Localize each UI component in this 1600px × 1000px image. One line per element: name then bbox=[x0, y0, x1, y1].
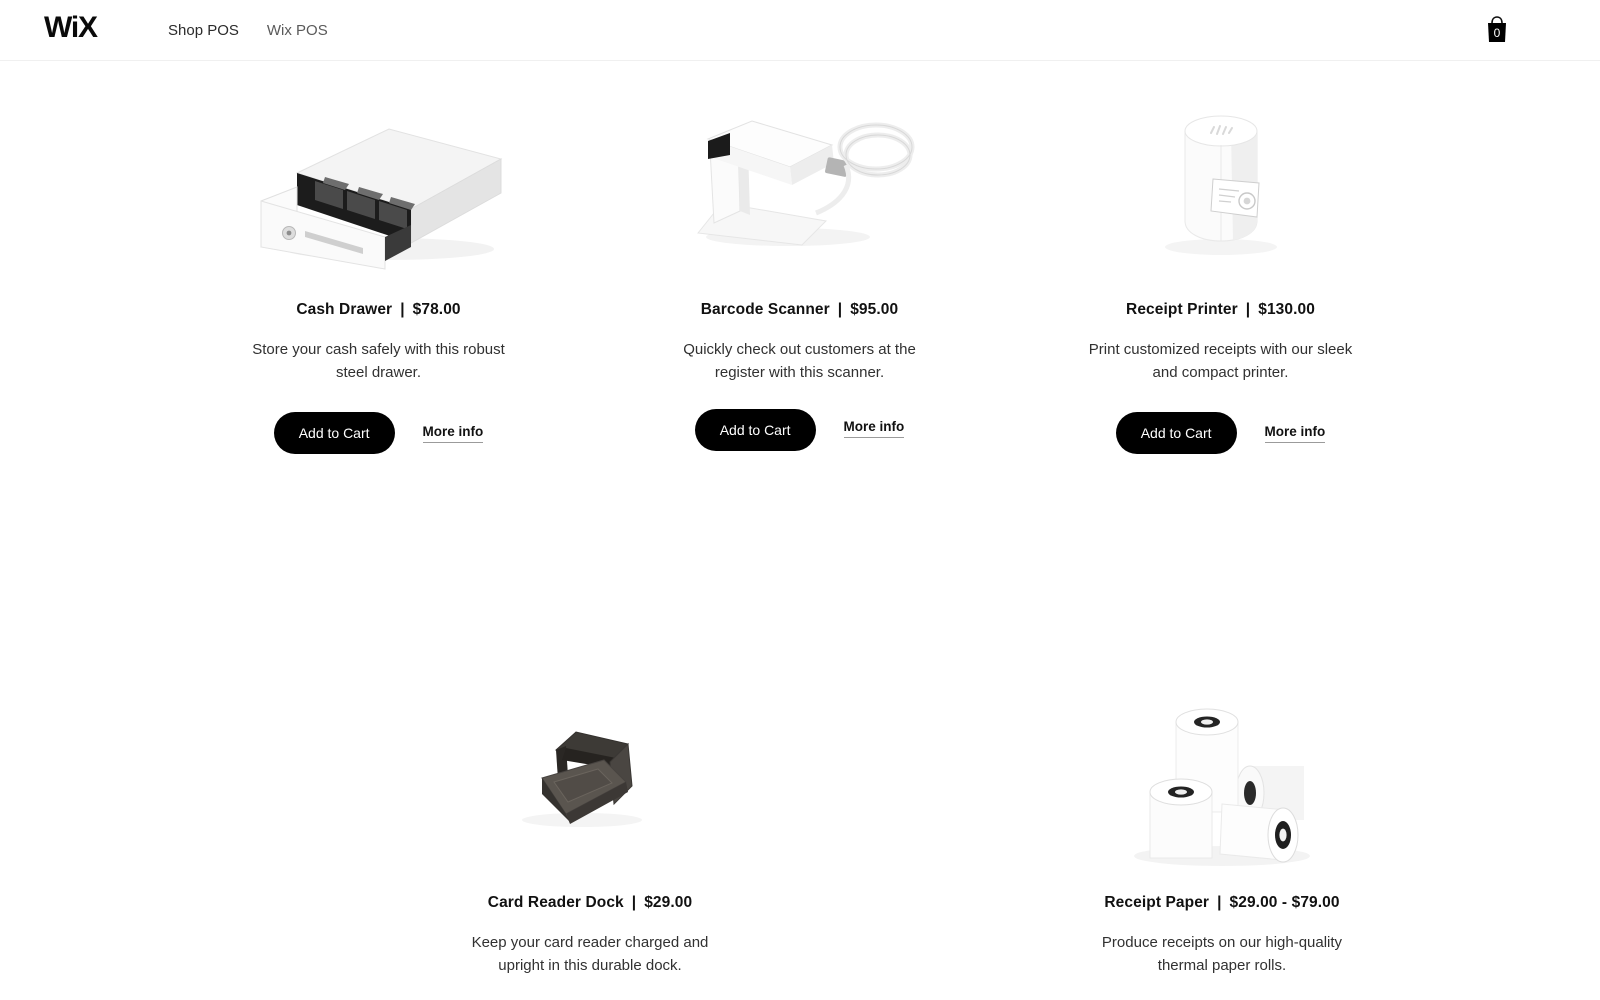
product-actions: Add to Cart More info bbox=[694, 409, 905, 451]
product-price: $78.00 bbox=[412, 301, 461, 318]
product-description: Keep your card reader charged and uprigh… bbox=[471, 934, 709, 974]
product-title-line: Barcode Scanner | $95.00 bbox=[701, 300, 898, 320]
product-title-line: Cash Drawer | $78.00 bbox=[296, 300, 460, 320]
wix-logo[interactable]: WiX bbox=[44, 13, 98, 43]
product-title: Barcode Scanner bbox=[700, 301, 830, 318]
more-info-link[interactable]: More info bbox=[422, 424, 484, 443]
product-title-line: Receipt Paper | $29.00 - $79.00 bbox=[1104, 893, 1339, 913]
product-catalog: Cash Drawer | $78.00 Store your cash safel… bbox=[0, 61, 1600, 1000]
add-to-cart-button[interactable]: Add to Cart bbox=[694, 409, 816, 451]
product-description: Quickly check out customers at the regis… bbox=[683, 341, 916, 381]
product-title: Receipt Printer bbox=[1126, 301, 1238, 318]
title-price-separator: | bbox=[631, 894, 637, 911]
product-title: Card Reader Dock bbox=[487, 894, 624, 911]
product-row-2: Card Reader Dock | $29.00 Keep your card r… bbox=[168, 454, 1432, 1000]
nav-item-wix-pos[interactable]: Wix POS bbox=[267, 21, 328, 40]
main-nav: Shop POS Wix POS bbox=[168, 21, 328, 40]
cart-button[interactable]: 0 bbox=[1484, 14, 1510, 46]
product-description: Print customized receipts with our sleek… bbox=[1088, 341, 1353, 381]
product-row-1: Cash Drawer | $78.00 Store your cash safel… bbox=[168, 61, 1432, 454]
receipt-printer-image[interactable] bbox=[1071, 87, 1371, 282]
product-actions: Add to Cart More info bbox=[273, 412, 484, 454]
product-card-cash-drawer: Cash Drawer | $78.00 Store your cash safel… bbox=[168, 87, 589, 454]
product-actions: Add to Cart More info bbox=[1115, 412, 1326, 454]
more-info-link[interactable]: More info bbox=[1264, 424, 1326, 443]
product-card-barcode-scanner: Barcode Scanner | $95.00 Quickly check out… bbox=[589, 87, 1010, 454]
card-reader-dock-image[interactable] bbox=[440, 680, 740, 875]
product-card-receipt-printer: Receipt Printer | $130.00 Print customized… bbox=[1010, 87, 1431, 454]
cash-drawer-image[interactable] bbox=[229, 87, 529, 282]
product-card-card-reader-dock: Card Reader Dock | $29.00 Keep your card r… bbox=[380, 680, 800, 1000]
shopping-bag-icon bbox=[1484, 14, 1510, 46]
nav-item-shop-pos[interactable]: Shop POS bbox=[168, 21, 239, 40]
site-header: WiX Shop POS Wix POS 0 bbox=[0, 0, 1600, 61]
add-to-cart-button[interactable]: Add to Cart bbox=[273, 412, 395, 454]
title-price-separator: | bbox=[837, 301, 843, 318]
product-price: $29.00 bbox=[644, 894, 693, 911]
product-title: Receipt Paper bbox=[1104, 894, 1210, 911]
add-to-cart-button[interactable]: Add to Cart bbox=[1115, 412, 1237, 454]
title-price-separator: | bbox=[1245, 301, 1251, 318]
product-price: $130.00 bbox=[1258, 301, 1315, 318]
product-title-line: Receipt Printer | $130.00 bbox=[1126, 300, 1315, 320]
product-price: $29.00 - $79.00 bbox=[1229, 894, 1340, 911]
more-info-link[interactable]: More info bbox=[843, 419, 905, 438]
product-title-line: Card Reader Dock | $29.00 bbox=[488, 893, 692, 913]
product-title: Cash Drawer bbox=[296, 301, 393, 318]
product-description: Produce receipts on our high-quality the… bbox=[1101, 934, 1343, 974]
receipt-paper-image[interactable] bbox=[1072, 680, 1372, 875]
product-price: $95.00 bbox=[850, 301, 899, 318]
title-price-separator: | bbox=[1217, 894, 1222, 911]
product-card-receipt-paper: Receipt Paper | $29.00 - $79.00 Produce re… bbox=[1012, 680, 1432, 1000]
barcode-scanner-image[interactable] bbox=[650, 85, 950, 280]
product-description: Store your cash safely with this robust … bbox=[252, 341, 505, 381]
title-price-separator: | bbox=[400, 301, 405, 318]
